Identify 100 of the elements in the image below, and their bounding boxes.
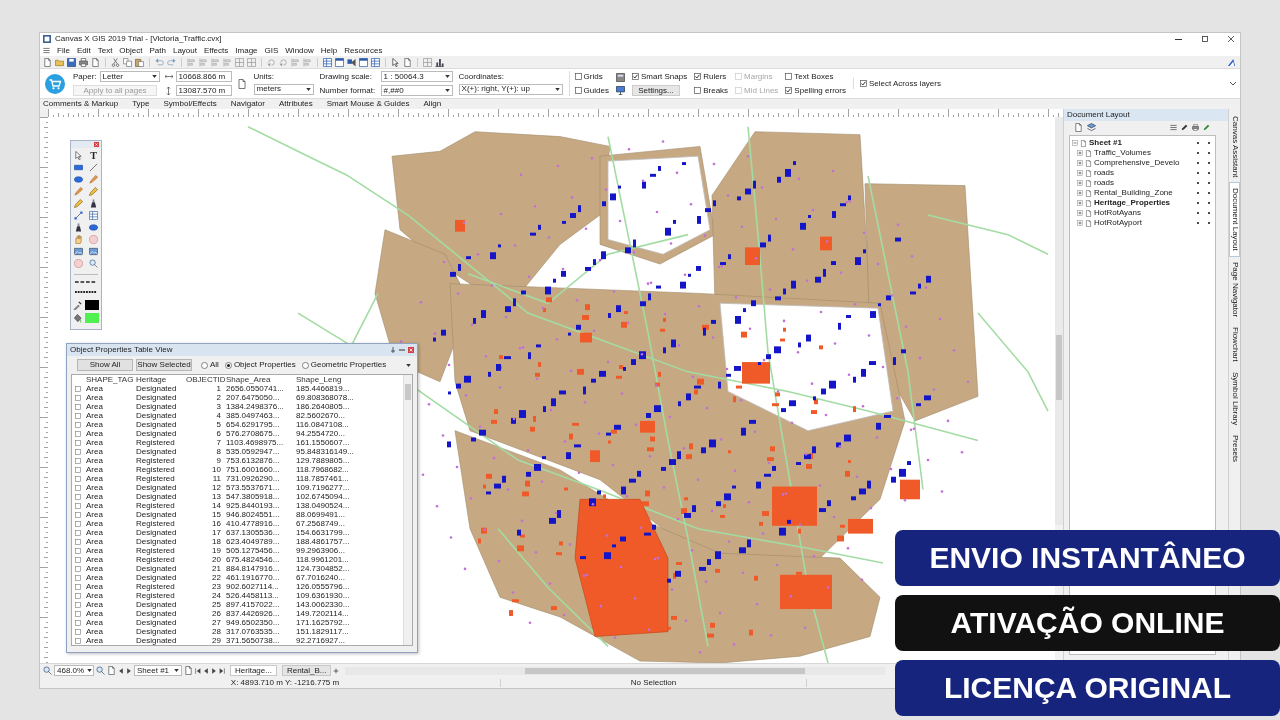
page-dropdown[interactable]: Sheet #1 (134, 665, 182, 676)
checkbox[interactable] (694, 87, 702, 94)
menu-item[interactable]: File (57, 46, 70, 55)
monitor-icon[interactable] (615, 85, 625, 95)
list-icon[interactable] (1170, 124, 1177, 131)
row-checkbox[interactable] (75, 394, 81, 401)
side-tab[interactable]: Presets (1229, 430, 1240, 468)
tree-item[interactable]: Rental_Building_Zone (1094, 189, 1191, 197)
copy-icon[interactable] (123, 57, 132, 67)
caret-icon[interactable] (87, 669, 93, 672)
number-format-dropdown[interactable]: #,##0 (380, 85, 453, 96)
side-tab[interactable]: Canvas Assistant (1229, 111, 1240, 183)
pointer-icon[interactable] (391, 57, 400, 67)
menu-item[interactable]: GIS (264, 46, 279, 55)
row-checkbox[interactable] (75, 565, 81, 572)
table-icon[interactable] (323, 57, 332, 67)
radio-button[interactable] (301, 361, 309, 369)
expander-icon[interactable] (1077, 170, 1083, 176)
radio-label[interactable]: All (210, 361, 219, 369)
side-tab[interactable]: Page Navigator (1229, 257, 1240, 323)
minimize-icon[interactable] (1175, 38, 1182, 40)
caret-icon[interactable] (444, 89, 450, 92)
units-dropdown[interactable]: meters (253, 83, 314, 95)
stroke-swatch-icon[interactable] (85, 300, 99, 310)
menu-item[interactable]: Layout (172, 46, 197, 55)
magnifier-icon[interactable] (96, 666, 105, 675)
row-checkbox[interactable] (75, 592, 81, 599)
paste-icon[interactable] (135, 57, 144, 67)
caret-icon[interactable] (174, 669, 179, 672)
scrollbar-thumb[interactable] (1056, 335, 1062, 400)
row-checkbox[interactable] (75, 538, 81, 545)
menu-item[interactable]: Object (119, 46, 143, 55)
menu-item[interactable]: Help (320, 46, 338, 55)
table-icon[interactable] (89, 211, 98, 220)
panel-tab[interactable]: Symbol/Effects (163, 100, 217, 108)
expander-icon[interactable] (1072, 140, 1078, 146)
zoom-dropdown[interactable]: 468.0% (54, 665, 94, 676)
redo-icon[interactable] (167, 57, 176, 67)
caret-icon[interactable] (406, 363, 411, 367)
panel-tab[interactable]: Navigator (230, 100, 265, 108)
previous-icon[interactable] (203, 667, 209, 674)
side-tab[interactable]: Symbol Library (1229, 366, 1240, 431)
row-checkbox[interactable] (75, 610, 81, 617)
checkbox[interactable] (785, 73, 793, 80)
tree-item[interactable]: roads (1094, 169, 1191, 177)
panel-tab[interactable]: Attributes (278, 100, 313, 108)
row-checkbox[interactable] (75, 421, 81, 428)
row-checkbox[interactable] (75, 628, 81, 635)
row-checkbox[interactable] (75, 457, 81, 464)
panel-tab[interactable]: Align (423, 100, 442, 108)
print-icon[interactable] (79, 57, 88, 67)
first-icon[interactable] (195, 667, 201, 674)
row-checkbox[interactable] (75, 403, 81, 410)
checkbox-label[interactable]: Smart Snaps (640, 72, 688, 81)
row-checkbox[interactable] (75, 619, 81, 626)
next-icon[interactable] (211, 667, 217, 674)
row-checkbox[interactable] (75, 430, 81, 437)
side-tab[interactable]: Flowchart (1229, 322, 1240, 367)
panel-tab[interactable]: Comments & Markup (43, 100, 119, 108)
menu-icon[interactable] (43, 47, 50, 54)
menu-item[interactable]: Text (97, 46, 113, 55)
photo-icon[interactable] (74, 247, 83, 256)
tree-item[interactable]: Traffic_Volumes (1094, 149, 1191, 157)
menu-item[interactable]: Image (235, 46, 258, 55)
vertical-scrollbar[interactable] (1055, 117, 1063, 525)
bar-chart-icon[interactable] (435, 57, 444, 67)
plus-icon[interactable] (333, 667, 340, 674)
expander-icon[interactable] (1077, 200, 1083, 206)
checkbox[interactable] (631, 73, 639, 80)
photo-icon[interactable] (89, 247, 98, 256)
sheet-tab[interactable]: Heritage... (230, 665, 277, 676)
row-checkbox[interactable] (75, 556, 81, 563)
node-icon[interactable] (74, 211, 83, 220)
menu-item[interactable]: Edit (76, 46, 91, 55)
layers-icon[interactable] (1087, 123, 1096, 132)
undo-icon[interactable] (155, 57, 164, 67)
drawing-scale-dropdown[interactable]: 1 : 50064.3 (380, 71, 453, 82)
caret-icon[interactable] (554, 87, 560, 91)
paper-dropdown[interactable]: Letter (99, 71, 160, 82)
rectangle-icon[interactable] (74, 163, 83, 172)
side-tab[interactable]: Document Layout (1229, 182, 1240, 258)
chevron-down-icon[interactable] (1230, 81, 1236, 86)
scrollbar-thumb[interactable] (525, 667, 806, 674)
page-icon[interactable] (184, 666, 193, 675)
row-checkbox[interactable] (75, 637, 81, 644)
checkbox-label[interactable]: Spelling errors (794, 86, 846, 95)
magnifier-icon[interactable] (89, 259, 98, 268)
menu-item[interactable]: Path (149, 46, 166, 55)
checkbox-label[interactable]: Guides (583, 86, 609, 95)
checkbox[interactable] (859, 80, 867, 87)
dotted-line-icon[interactable] (75, 290, 97, 294)
row-checkbox[interactable] (75, 502, 81, 509)
checkbox-label[interactable]: Select Across layers (868, 79, 941, 88)
panel-tab[interactable]: Smart Mouse & Guides (326, 100, 410, 108)
checkbox[interactable] (574, 73, 582, 80)
window-icon[interactable] (335, 57, 344, 67)
sheet-tab[interactable]: Rental_B... (281, 665, 332, 676)
cart-icon[interactable] (45, 73, 65, 94)
new-document-icon[interactable] (43, 57, 52, 67)
checkbox[interactable] (574, 87, 582, 94)
